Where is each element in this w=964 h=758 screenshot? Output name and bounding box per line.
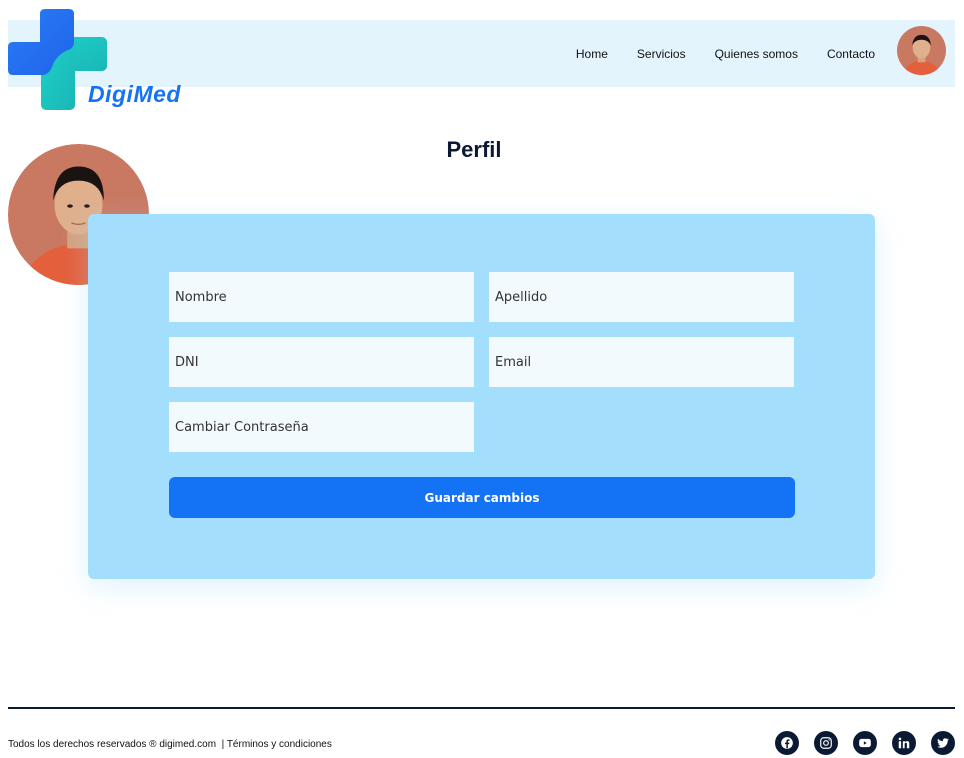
nav-home[interactable]: Home (576, 47, 608, 61)
save-changes-button[interactable]: Guardar cambios (169, 477, 795, 518)
twitter-icon[interactable] (931, 731, 955, 755)
nav-menu: Home Servicios Quienes somos Contacto (576, 20, 875, 87)
instagram-icon[interactable] (814, 731, 838, 755)
facebook-icon[interactable] (775, 731, 799, 755)
brand-name: DigiMed (88, 81, 181, 107)
page-title: Perfil (446, 137, 502, 162)
footer-legal: Todos los derechos reservados ® digimed.… (8, 739, 332, 750)
nav-contacto[interactable]: Contacto (827, 47, 875, 61)
nav-quienes-somos[interactable]: Quienes somos (715, 47, 798, 61)
linkedin-icon[interactable] (892, 731, 916, 755)
nav-servicios[interactable]: Servicios (637, 47, 686, 61)
digimed-logo[interactable]: DigiMed (8, 9, 180, 111)
footer-divider (8, 707, 955, 709)
footer-separator: | (221, 739, 225, 750)
apellido-field[interactable] (489, 272, 794, 322)
email-field[interactable] (489, 337, 794, 387)
terms-link[interactable]: Términos y condiciones (227, 739, 332, 750)
dni-field[interactable] (169, 337, 474, 387)
password-field[interactable] (169, 402, 474, 452)
profile-form: Guardar cambios (88, 214, 875, 579)
copyright-text: Todos los derechos reservados ® digimed.… (8, 739, 217, 750)
avatar-portrait (897, 26, 946, 75)
youtube-icon[interactable] (853, 731, 877, 755)
user-avatar[interactable] (897, 26, 946, 75)
social-links (775, 731, 955, 755)
nombre-field[interactable] (169, 272, 474, 322)
